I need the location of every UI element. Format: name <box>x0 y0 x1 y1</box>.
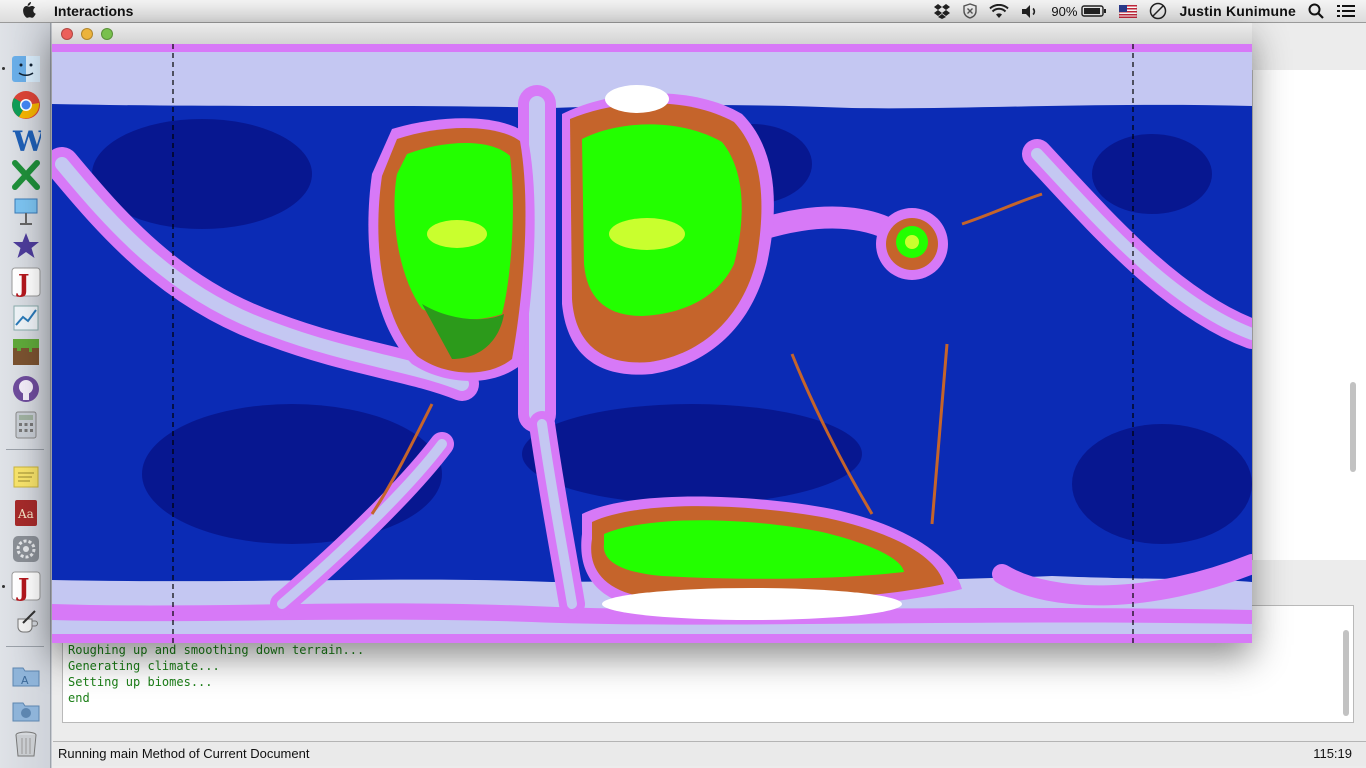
chrome-icon[interactable] <box>10 89 42 121</box>
us-flag-icon[interactable] <box>1119 4 1138 18</box>
dock-divider <box>6 449 44 450</box>
list-icon[interactable] <box>1336 3 1356 19</box>
console-line: Roughing up and smoothing down terrain..… <box>68 643 365 657</box>
status-bar: Running main Method of Current Document … <box>53 741 1366 766</box>
imovie-icon[interactable] <box>10 230 42 262</box>
keynote-icon[interactable] <box>10 195 42 227</box>
console-scrollbar[interactable] <box>1343 630 1349 716</box>
console-line: Generating climate... <box>68 659 220 673</box>
battery-text[interactable]: 90% <box>1051 4 1077 19</box>
editor-pane[interactable] <box>1252 70 1366 560</box>
java-icon[interactable]: J <box>10 266 42 298</box>
user-name[interactable]: Justin Kunimune <box>1179 3 1296 19</box>
running-indicator <box>2 585 5 588</box>
volume-icon[interactable] <box>1021 4 1039 19</box>
search-icon[interactable] <box>1308 3 1324 19</box>
github-icon[interactable] <box>10 373 42 405</box>
close-button[interactable] <box>61 28 73 40</box>
svg-text:J: J <box>16 269 29 297</box>
dictionary-icon[interactable]: Aa <box>10 497 42 529</box>
status-message: Running main Method of Current Document <box>58 746 310 761</box>
app-menu-name[interactable]: Interactions <box>54 3 133 19</box>
svg-text:Aa: Aa <box>17 507 34 521</box>
console-line: Setting up biomes... <box>68 675 213 689</box>
clock-icon[interactable] <box>1149 2 1167 20</box>
trash-icon[interactable] <box>10 728 42 760</box>
menu-bar: Interactions 90% Justin Kunimune <box>0 0 1366 23</box>
editor-scrollbar[interactable] <box>1350 382 1356 472</box>
applications-folder-icon[interactable]: A <box>10 659 42 691</box>
stickies-icon[interactable] <box>10 461 42 493</box>
minimize-button[interactable] <box>81 28 93 40</box>
svg-text:J: J <box>16 573 29 601</box>
finder-icon[interactable] <box>10 53 42 85</box>
minecraft-icon[interactable] <box>10 336 42 368</box>
excel-icon[interactable] <box>10 159 42 191</box>
battery-icon[interactable] <box>1081 4 1107 18</box>
zoom-button[interactable] <box>101 28 113 40</box>
map-window[interactable] <box>45 23 1267 643</box>
running-indicator <box>2 67 5 70</box>
dock-divider <box>6 646 44 647</box>
small-island <box>876 208 948 280</box>
coffee-icon[interactable] <box>10 606 42 638</box>
wifi-icon[interactable] <box>989 3 1010 19</box>
calculator-icon[interactable] <box>10 409 42 441</box>
system-preferences-icon[interactable] <box>10 533 42 565</box>
shield-icon[interactable] <box>963 3 978 19</box>
svg-text:W: W <box>12 125 41 155</box>
word-icon[interactable]: W <box>10 124 42 156</box>
dock: W J Aa J A <box>0 23 51 768</box>
instruments-icon[interactable] <box>10 302 42 334</box>
java-icon[interactable]: J <box>10 570 42 602</box>
cursor-position: 115:19 <box>1313 746 1352 761</box>
apple-icon[interactable] <box>20 1 36 19</box>
dropbox-icon[interactable] <box>933 3 951 19</box>
console-line: end <box>68 691 90 705</box>
world-map-canvas[interactable] <box>45 44 1267 643</box>
downloads-folder-icon[interactable] <box>10 694 42 726</box>
window-titlebar[interactable] <box>52 23 1252 45</box>
svg-text:A: A <box>21 674 29 687</box>
